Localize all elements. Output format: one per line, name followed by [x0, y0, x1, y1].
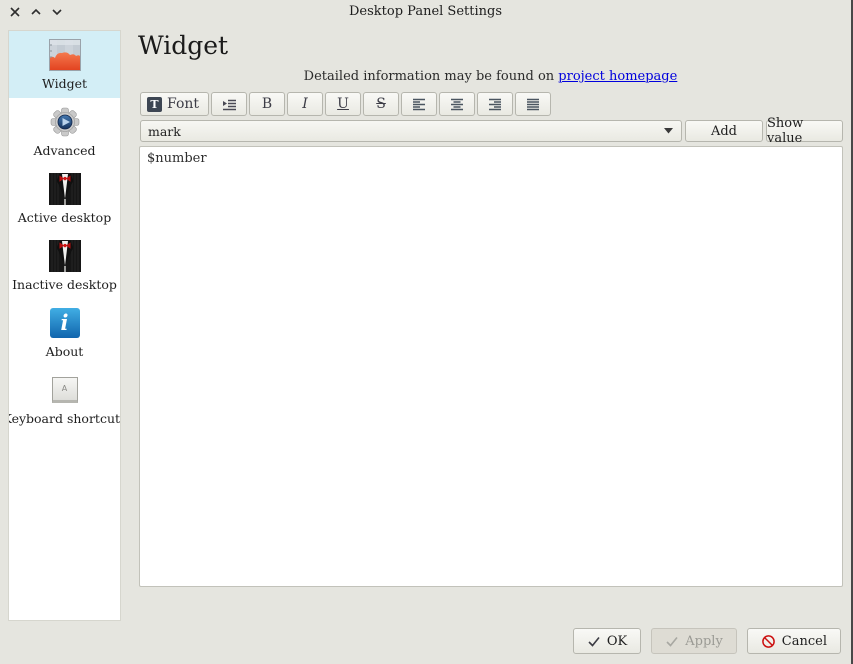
- align-justify-button[interactable]: [515, 92, 551, 116]
- mark-combobox[interactable]: mark: [140, 120, 682, 142]
- sidebar-item-advanced[interactable]: Advanced: [9, 98, 120, 165]
- sidebar-item-widget[interactable]: Widget: [9, 31, 120, 98]
- font-icon: T: [147, 97, 162, 112]
- italic-button[interactable]: I: [287, 92, 323, 116]
- apply-button[interactable]: Apply: [651, 628, 737, 654]
- info-line: Detailed information may be found on pro…: [138, 69, 843, 84]
- sidebar-item-label: Keyboard shortcuts: [8, 411, 121, 426]
- align-left-button[interactable]: [401, 92, 437, 116]
- titlebar: Desktop Panel Settings: [0, 0, 851, 26]
- info-text: Detailed information may be found on: [304, 69, 559, 84]
- strikethrough-button[interactable]: S: [363, 92, 399, 116]
- cancel-icon: [761, 634, 776, 649]
- page-title: Widget: [138, 32, 843, 60]
- check-icon: [665, 635, 679, 648]
- sidebar-item-label: Advanced: [34, 143, 96, 158]
- align-center-button[interactable]: [439, 92, 475, 116]
- font-button[interactable]: T Font: [140, 92, 209, 116]
- sidebar-item-about[interactable]: i About: [9, 299, 120, 366]
- cancel-button[interactable]: Cancel: [747, 628, 841, 654]
- tuxedo-icon: [49, 240, 81, 272]
- align-right-icon: [487, 96, 503, 112]
- window-title: Desktop Panel Settings: [0, 4, 851, 19]
- dropdown-arrow-icon: [664, 128, 673, 134]
- sidebar-item-label: Active desktop: [18, 210, 111, 225]
- sidebar-item-label: About: [46, 344, 84, 359]
- sidebar-item-label: Widget: [42, 76, 87, 91]
- sidebar-item-active-desktop[interactable]: Active desktop: [9, 165, 120, 232]
- add-button[interactable]: Add: [685, 120, 763, 142]
- sidebar-item-inactive-desktop[interactable]: Inactive desktop: [9, 232, 120, 299]
- format-toolbar: T Font B I U S: [140, 92, 843, 116]
- ok-button[interactable]: OK: [573, 628, 641, 654]
- sidebar-item-label: Inactive desktop: [12, 277, 117, 292]
- widget-text-editor[interactable]: $number: [139, 146, 843, 587]
- dialog-footer: OK Apply Cancel: [573, 628, 841, 654]
- font-button-label: Font: [167, 96, 199, 112]
- indent-button[interactable]: [211, 92, 247, 116]
- cancel-button-label: Cancel: [782, 634, 827, 649]
- check-icon: [587, 635, 601, 648]
- sidebar-item-keyboard-shortcuts[interactable]: A Keyboard shortcuts: [9, 366, 120, 433]
- align-justify-icon: [525, 96, 541, 112]
- align-center-icon: [449, 96, 465, 112]
- align-left-icon: [411, 96, 427, 112]
- ok-button-label: OK: [607, 634, 627, 649]
- align-right-button[interactable]: [477, 92, 513, 116]
- project-homepage-link[interactable]: project homepage: [558, 69, 677, 84]
- desktop-panel-settings-window: Desktop Panel Settings Widget: [0, 0, 853, 664]
- apply-button-label: Apply: [685, 634, 723, 649]
- tuxedo-icon: [49, 173, 81, 205]
- show-value-button[interactable]: Show value: [766, 120, 843, 142]
- mark-row: mark Add Show value: [140, 120, 843, 142]
- chart-widget-icon: [49, 39, 81, 71]
- gear-icon: [49, 106, 81, 138]
- keyboard-key-icon: A: [52, 377, 78, 403]
- underline-button[interactable]: U: [325, 92, 361, 116]
- info-icon: i: [50, 308, 80, 338]
- sidebar: Widget Advanced: [8, 30, 121, 621]
- bold-button[interactable]: B: [249, 92, 285, 116]
- mark-combobox-value: mark: [148, 124, 664, 139]
- main-content: Widget Detailed information may be found…: [138, 30, 843, 587]
- indent-icon: [221, 96, 237, 112]
